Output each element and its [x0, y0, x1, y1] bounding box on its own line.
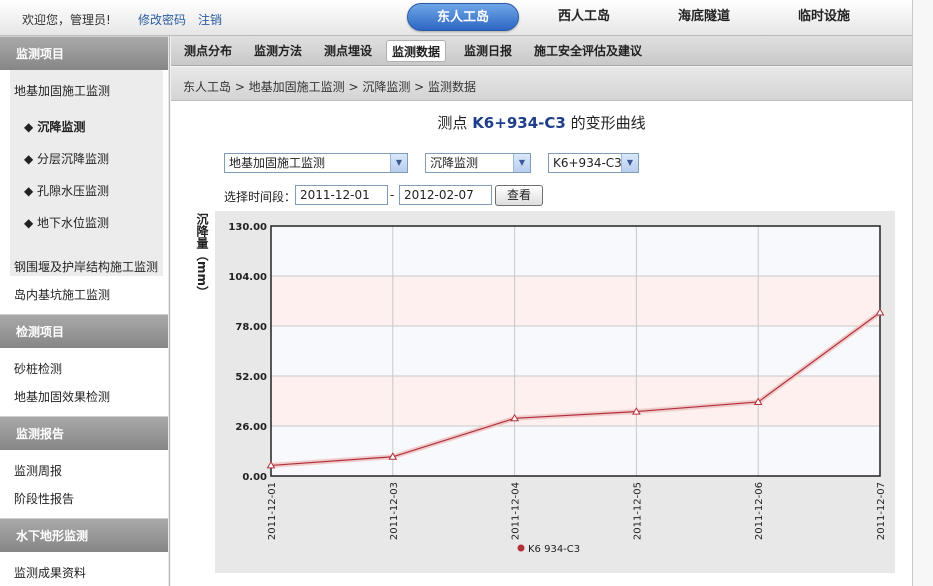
- sidebar-subitem-settlement[interactable]: ◆ 沉降监测: [24, 118, 85, 135]
- terrain-items: 监测成果资料: [0, 552, 168, 586]
- x-tick-label: 2011-12-01: [267, 482, 278, 540]
- date-separator: -: [390, 188, 395, 202]
- monitoring-group-box: [10, 70, 163, 276]
- sidebar-section-terrain[interactable]: 水下地形监测: [0, 518, 168, 552]
- y-tick-label: 26.00: [235, 422, 267, 433]
- title-prefix: 测点: [437, 114, 473, 132]
- time-range-label: 选择时间段：: [224, 190, 297, 204]
- y-tick-label: 52.00: [235, 372, 267, 383]
- sidebar-item-weekly-report[interactable]: 监测周报: [14, 462, 62, 479]
- y-tick-label: 78.00: [235, 322, 267, 333]
- settlement-chart: 0.00 26.00 52.00 78.00 104.00 130.00 2011-12-0…: [228, 222, 887, 555]
- plot-background: [271, 226, 880, 476]
- tab-monitoring-data[interactable]: 监测数据: [386, 40, 447, 62]
- tab-point-distribution[interactable]: 测点分布: [179, 40, 237, 62]
- project-select[interactable]: 地基加固施工监测 ▼: [224, 153, 408, 173]
- legend-label: K6 934-C3: [528, 544, 580, 555]
- monitoring-items: 地基加固施工监测 ◆ 沉降监测 ◆ 分层沉降监测 ◆ 孔隙水压监测 ◆ 地下水位…: [0, 70, 168, 314]
- breadcrumb: 东人工岛 > 地基加固施工监测 > 沉降监测 > 监测数据: [183, 80, 477, 94]
- query-button[interactable]: 查看: [495, 185, 543, 206]
- window-right-edge: [912, 0, 933, 586]
- x-tick-label: 2011-12-07: [876, 482, 887, 540]
- breadcrumb-bar: 东人工岛 > 地基加固施工监测 > 沉降监测 > 监测数据: [171, 67, 912, 101]
- sidebar-item-foundation-effect[interactable]: 地基加固效果检测: [14, 388, 110, 405]
- nav-temporary-facilities[interactable]: 临时设施: [768, 3, 880, 31]
- sidebar-section-inspection[interactable]: 检测项目: [0, 314, 168, 348]
- x-tick-label: 2011-12-03: [389, 482, 400, 540]
- tab-point-installation[interactable]: 测点埋设: [319, 40, 377, 62]
- logout-link[interactable]: 注销: [198, 11, 222, 28]
- sidebar-item-cofferdam-monitoring[interactable]: 钢围堰及护岸结构施工监测: [14, 258, 158, 275]
- sidebar-item-pit-monitoring[interactable]: 岛内基坑施工监测: [14, 286, 110, 303]
- welcome-text: 欢迎您，管理员!: [22, 13, 111, 27]
- y-tick-label: 0.00: [242, 472, 267, 483]
- sidebar-subitem-layered-settlement[interactable]: ◆ 分层沉降监测: [24, 150, 109, 167]
- nav-undersea-tunnel[interactable]: 海底隧道: [648, 3, 760, 31]
- nav-west-island[interactable]: 西人工岛: [528, 3, 640, 31]
- sidebar: 监测项目 地基加固施工监测 ◆ 沉降监测 ◆ 分层沉降监测 ◆ 孔隙水压监测 ◆…: [0, 36, 170, 586]
- nav-east-island[interactable]: 东人工岛: [407, 3, 519, 31]
- end-date-input[interactable]: 2012-02-07: [399, 185, 492, 205]
- y-axis-label: 沉降量（mm）: [195, 213, 209, 299]
- tab-monitoring-method[interactable]: 监测方法: [249, 40, 307, 62]
- type-select[interactable]: 沉降监测 ▼: [425, 153, 531, 173]
- inspection-items: 砂桩检测 地基加固效果检测: [0, 348, 168, 416]
- x-tick-label: 2011-12-06: [754, 482, 765, 540]
- x-tick-label: 2011-12-05: [632, 482, 643, 540]
- chevron-down-icon[interactable]: ▼: [390, 154, 407, 172]
- tab-daily-report[interactable]: 监测日报: [459, 40, 517, 62]
- sidebar-item-sand-pile[interactable]: 砂桩检测: [14, 360, 62, 377]
- chevron-down-icon[interactable]: ▼: [621, 154, 638, 172]
- plot-band: [271, 376, 880, 426]
- project-select-value: 地基加固施工监测: [229, 156, 326, 170]
- plot-band: [271, 276, 880, 326]
- point-select-value: K6+934-C3: [553, 156, 622, 170]
- y-tick-label: 130.00: [228, 222, 267, 233]
- title-point-id: K6+934-C3: [472, 114, 566, 132]
- change-password-link[interactable]: 修改密码: [138, 11, 186, 28]
- top-bar: 欢迎您，管理员! 修改密码 注销 东人工岛 西人工岛 海底隧道 临时设施: [0, 0, 933, 36]
- sidebar-subitem-groundwater[interactable]: ◆ 地下水位监测: [24, 214, 109, 231]
- tab-safety-assessment[interactable]: 施工安全评估及建议: [529, 40, 647, 62]
- point-select[interactable]: K6+934-C3 ▼: [548, 153, 639, 173]
- sidebar-section-monitoring[interactable]: 监测项目: [0, 36, 168, 70]
- main-content: 测点 K6+934-C3 的变形曲线 地基加固施工监测 ▼ 沉降监测 ▼ K6+…: [171, 101, 912, 586]
- start-date-input[interactable]: 2011-12-01: [295, 185, 388, 205]
- page-title: 测点 K6+934-C3 的变形曲线: [171, 112, 912, 133]
- tab-bar: 测点分布 监测方法 测点埋设 监测数据 监测日报 施工安全评估及建议: [171, 36, 912, 66]
- chart-container: 0.00 26.00 52.00 78.00 104.00 130.00 2011-12-0…: [215, 211, 895, 573]
- type-select-value: 沉降监测: [430, 156, 479, 170]
- sidebar-subitem-pore-pressure[interactable]: ◆ 孔隙水压监测: [24, 182, 109, 199]
- legend-marker: [517, 544, 525, 552]
- report-items: 监测周报 阶段性报告: [0, 450, 168, 518]
- chevron-down-icon[interactable]: ▼: [513, 154, 530, 172]
- sidebar-item-foundation-monitoring[interactable]: 地基加固施工监测: [14, 82, 110, 99]
- sidebar-item-terrain-results[interactable]: 监测成果资料: [14, 564, 86, 581]
- x-tick-label: 2011-12-04: [511, 482, 522, 540]
- title-suffix: 的变形曲线: [565, 114, 646, 132]
- sidebar-section-reports[interactable]: 监测报告: [0, 416, 168, 450]
- y-tick-label: 104.00: [228, 272, 267, 283]
- sidebar-item-stage-report[interactable]: 阶段性报告: [14, 490, 74, 507]
